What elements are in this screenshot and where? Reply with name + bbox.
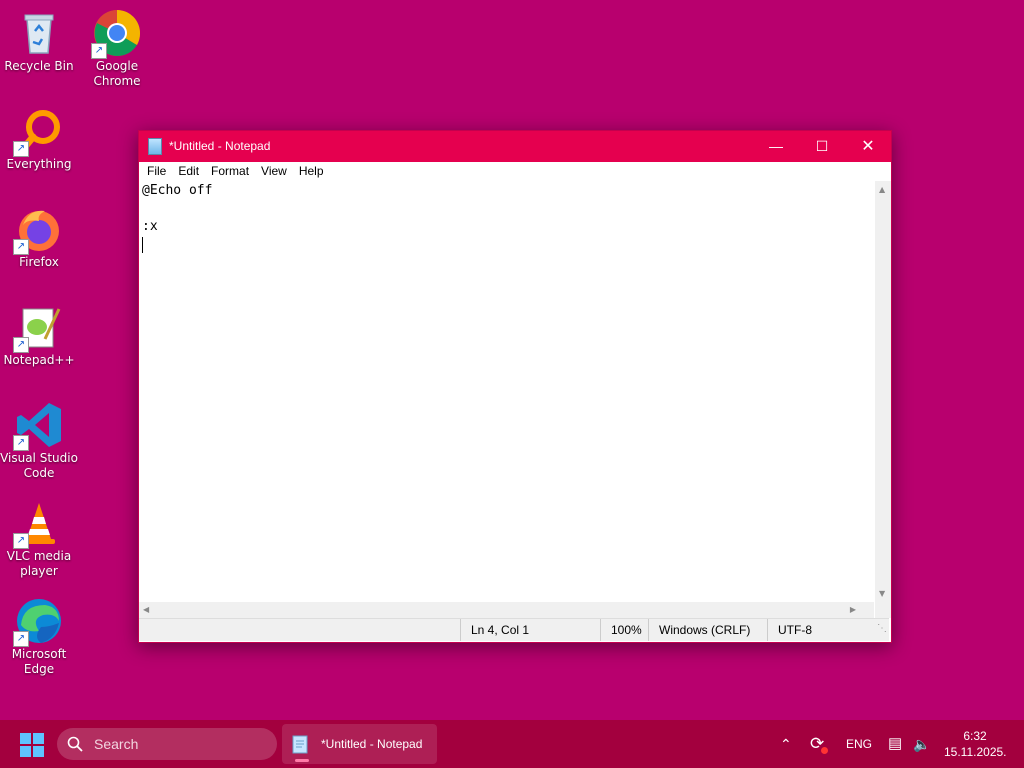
vlc-cone-icon: ↗ <box>13 499 63 549</box>
menu-view[interactable]: View <box>255 162 293 181</box>
vscode-icon: ↗ <box>13 401 63 451</box>
status-zoom: 100% <box>600 619 649 641</box>
edge-icon: ↗ <box>13 597 63 647</box>
scroll-down-arrow-icon[interactable]: ▼ <box>879 589 885 598</box>
status-encoding: UTF-8 <box>767 619 858 641</box>
text-line: @Echo off <box>142 183 213 198</box>
status-bar: Ln 4, Col 1 100% Windows (CRLF) UTF-8 ⋱ <box>139 618 889 641</box>
resize-grip-icon[interactable]: ⋱ <box>877 623 887 634</box>
window-title: *Untitled - Notepad <box>169 139 271 153</box>
taskbar-app-title: *Untitled - Notepad <box>321 737 423 751</box>
desktop-icon-vlc[interactable]: ↗ VLC media player <box>0 493 78 579</box>
minimize-button[interactable]: — <box>753 131 799 162</box>
desktop-icon-label: Google Chrome <box>93 59 141 88</box>
input-language[interactable]: ENG <box>846 720 872 768</box>
start-button[interactable] <box>20 733 44 757</box>
shortcut-arrow-icon: ↗ <box>13 239 29 255</box>
menu-edit[interactable]: Edit <box>172 162 205 181</box>
taskbar: Search *Untitled - Notepad ⌃ ⟳ ENG ▤ 🔈 6… <box>0 720 1024 768</box>
clock[interactable]: 6:32 15.11.2025. <box>944 728 1007 760</box>
shortcut-arrow-icon: ↗ <box>13 631 29 647</box>
notepad-icon <box>292 735 308 754</box>
network-icon[interactable]: ▤ <box>888 720 902 768</box>
desktop-icon-recycle-bin[interactable]: Recycle Bin <box>0 3 78 74</box>
everything-search-icon: ↗ <box>13 107 63 157</box>
alert-dot <box>821 747 828 754</box>
clock-time: 6:32 <box>963 729 987 743</box>
sync-icon[interactable]: ⟳ <box>810 720 828 768</box>
shortcut-arrow-icon: ↗ <box>13 533 29 549</box>
text-caret <box>142 236 143 253</box>
shortcut-arrow-icon: ↗ <box>91 43 107 59</box>
desktop-icon-label: Firefox <box>19 255 59 269</box>
desktop-icon-vscode[interactable]: ↗ Visual Studio Code <box>0 395 78 481</box>
desktop-icon-label: Microsoft Edge <box>11 647 67 676</box>
desktop-icon-notepad-plus-plus[interactable]: ↗ Notepad++ <box>0 297 78 368</box>
clock-date: 15.11.2025. <box>944 745 1007 759</box>
text-line: :x <box>142 219 158 234</box>
menu-format[interactable]: Format <box>205 162 255 181</box>
menu-help[interactable]: Help <box>293 162 330 181</box>
scroll-left-arrow-icon[interactable]: ◀ <box>143 605 149 614</box>
search-placeholder: Search <box>94 736 139 752</box>
maximize-button[interactable]: ☐ <box>799 131 845 162</box>
windows-logo-icon <box>20 733 31 744</box>
desktop-icon-label: Everything <box>6 157 72 171</box>
recycle-bin-icon <box>15 9 63 57</box>
desktop-icon-firefox[interactable]: ↗ Firefox <box>0 199 78 270</box>
menu-file[interactable]: File <box>141 162 172 181</box>
status-cursor-position: Ln 4, Col 1 <box>460 619 599 641</box>
volume-muted-icon[interactable]: 🔈 <box>913 720 930 768</box>
horizontal-scrollbar[interactable]: ◀ ▶ <box>139 602 874 618</box>
scrollbar-corner <box>875 602 891 618</box>
scroll-up-arrow-icon[interactable]: ▲ <box>879 185 885 194</box>
desktop-icon-label: Recycle Bin <box>4 59 74 73</box>
show-hidden-icons-chevron-icon[interactable]: ⌃ <box>780 720 792 768</box>
notepad-app-icon <box>148 138 162 155</box>
taskbar-search[interactable]: Search <box>57 728 277 760</box>
desktop-icon-label: VLC media player <box>6 549 72 578</box>
taskbar-notepad-button[interactable]: *Untitled - Notepad <box>282 724 437 764</box>
text-editor[interactable]: @Echo off :x <box>139 181 874 602</box>
notepad-window[interactable]: *Untitled - Notepad — ☐ ✕ File Edit Form… <box>138 130 892 643</box>
firefox-icon: ↗ <box>13 205 63 255</box>
desktop-icon-everything[interactable]: ↗ Everything <box>0 101 78 172</box>
active-indicator <box>295 759 309 762</box>
shortcut-arrow-icon: ↗ <box>13 337 29 353</box>
notepad-plus-plus-icon: ↗ <box>13 303 63 353</box>
text-line <box>142 200 874 218</box>
desktop-icon-label: Notepad++ <box>3 353 75 367</box>
shortcut-arrow-icon: ↗ <box>13 141 29 157</box>
close-button[interactable]: ✕ <box>845 131 891 162</box>
search-icon <box>67 736 83 752</box>
desktop-icon-edge[interactable]: ↗ Microsoft Edge <box>0 591 78 677</box>
title-bar[interactable]: *Untitled - Notepad — ☐ ✕ <box>139 131 891 162</box>
text-line-current <box>142 236 874 254</box>
menu-bar: File Edit Format View Help <box>139 162 891 181</box>
shortcut-arrow-icon: ↗ <box>13 435 29 451</box>
scroll-right-arrow-icon[interactable]: ▶ <box>850 605 856 614</box>
vertical-scrollbar[interactable]: ▲ ▼ <box>875 181 891 602</box>
desktop-icon-google-chrome[interactable]: ↗ Google Chrome <box>78 3 156 89</box>
status-line-ending: Windows (CRLF) <box>648 619 764 641</box>
desktop-icon-label: Visual Studio Code <box>0 451 78 480</box>
chrome-icon: ↗ <box>91 9 141 59</box>
